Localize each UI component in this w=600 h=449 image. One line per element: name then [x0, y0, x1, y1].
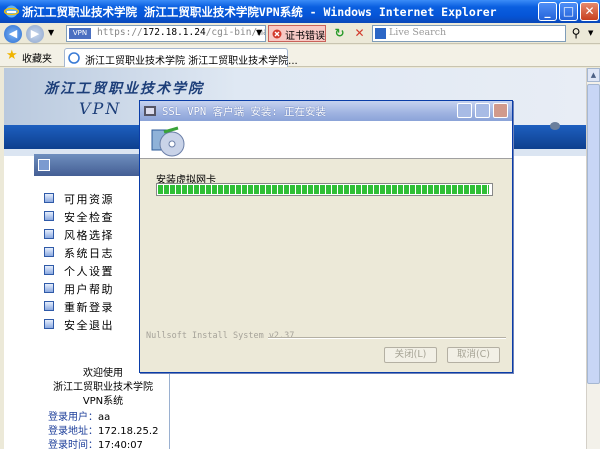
login-time-row: 登录时间：17:40:07: [48, 436, 143, 449]
maximize-button[interactable]: □: [559, 2, 578, 21]
ie-logo-icon: [4, 5, 19, 18]
banner-title: 浙江工贸职业技术学院: [44, 81, 204, 97]
login-time-value: 17:40:07: [98, 440, 143, 449]
dialog-header: [140, 121, 512, 159]
login-address-row: 登录地址：172.18.25.2: [48, 422, 158, 437]
sidebar-item-label: 可用资源: [64, 193, 114, 206]
sidebar-item-label: 安全检查: [64, 211, 114, 224]
window-title: 浙江工贸职业技术学院 浙江工贸职业技术学院VPN系统 - Windows Int…: [22, 5, 497, 19]
progress-fill: [158, 185, 489, 194]
menu-bullet-icon: [44, 283, 54, 293]
cancel-button[interactable]: 取消(C): [447, 347, 500, 363]
login-user-row: 登录用户：aa: [48, 408, 110, 423]
menu-bullet-icon: [44, 265, 54, 275]
welcome-school: 浙江工贸职业技术学院: [53, 382, 153, 393]
close-dialog-button[interactable]: 关闭(L): [384, 347, 437, 363]
login-time-label: 登录时间：: [48, 440, 98, 449]
certificate-error-button[interactable]: 证书错误: [268, 25, 326, 42]
ie-titlebar[interactable]: 浙江工贸职业技术学院 浙江工贸职业技术学院VPN系统 - Windows Int…: [0, 0, 600, 23]
menu-bullet-icon: [44, 247, 54, 257]
address-input[interactable]: VPN https://172.18.1.24/cgi-bin/main.cgi…: [66, 25, 266, 42]
back-button[interactable]: ◀: [4, 25, 22, 43]
address-dropdown-icon[interactable]: ▼: [256, 28, 262, 37]
certificate-error-label: 证书错误: [285, 31, 325, 42]
scroll-thumb[interactable]: [587, 84, 600, 384]
menu-bullet-icon: [44, 193, 54, 203]
minimize-button[interactable]: _: [538, 2, 557, 21]
branding-divider: [268, 337, 506, 339]
dialog-titlebar[interactable]: SSL VPN 客户端 安装: 正在安装: [140, 101, 512, 121]
installer-icon: [144, 106, 156, 116]
banner-vpn: VPN: [79, 99, 122, 118]
dialog-maximize-button[interactable]: [475, 103, 490, 118]
address-scheme: https://: [97, 27, 143, 38]
sidebar-item-label: 用户帮助: [64, 283, 114, 296]
menu-bullet-icon: [44, 319, 54, 329]
search-input[interactable]: Live Search: [372, 25, 566, 42]
tab-title: 浙江工贸职业技术学院 浙江工贸职业技术学院...: [85, 56, 298, 67]
search-placeholder: Live Search: [389, 27, 447, 38]
search-dropdown-icon[interactable]: ▼: [588, 29, 593, 37]
dialog-close-button[interactable]: [493, 103, 508, 118]
menu-bullet-icon: [44, 211, 54, 221]
address-toolbar: ◀ ▶ ▼ VPN https://172.18.1.24/cgi-bin/ma…: [0, 23, 600, 44]
live-search-icon: [375, 28, 386, 39]
tab-ie-icon: [68, 52, 80, 64]
page-scrollbar[interactable]: ▲: [586, 68, 600, 449]
search-icon[interactable]: ⚲: [568, 26, 584, 41]
site-icon: VPN: [69, 28, 91, 39]
sidebar-item-label: 个人设置: [64, 265, 114, 278]
sidebar-item-label: 重新登录: [64, 301, 114, 314]
header-decoration: [550, 122, 560, 130]
dialog-minimize-button[interactable]: [457, 103, 472, 118]
favorites-bar: ★ 收藏夹 浙江工贸职业技术学院 浙江工贸职业技术学院...: [0, 45, 600, 67]
address-host: 172.18.1.24: [142, 27, 206, 38]
sidebar-item-label: 安全退出: [64, 319, 114, 332]
scroll-up-button[interactable]: ▲: [587, 68, 600, 82]
sidebar-item-label: 系统日志: [64, 247, 114, 260]
error-shield-icon: [272, 29, 282, 39]
nsis-branding: Nullsoft Install System v2.37: [146, 331, 295, 341]
menu-bullet-icon: [44, 229, 54, 239]
installer-dialog: SSL VPN 客户端 安装: 正在安装 安装虚拟网卡 Nullsoft Ins…: [139, 100, 513, 373]
favorites-label[interactable]: 收藏夹: [22, 50, 52, 65]
dialog-title: SSL VPN 客户端 安装: 正在安装: [162, 106, 327, 118]
install-disc-icon: [151, 126, 185, 157]
sidebar-toggle-button[interactable]: [38, 159, 50, 171]
refresh-icon[interactable]: ↻: [332, 26, 347, 41]
close-button[interactable]: ✕: [580, 2, 599, 21]
welcome-system: VPN系统: [82, 396, 124, 407]
menu-bullet-icon: [44, 301, 54, 311]
install-progress-bar: [156, 183, 493, 196]
history-dropdown-icon[interactable]: ▼: [48, 28, 54, 37]
stop-icon[interactable]: ✕: [352, 26, 367, 41]
browser-tab[interactable]: 浙江工贸职业技术学院 浙江工贸职业技术学院...: [64, 48, 298, 67]
forward-button[interactable]: ▶: [26, 25, 44, 43]
favorites-star-icon[interactable]: ★: [6, 48, 18, 63]
sidebar-item-label: 风格选择: [64, 229, 114, 242]
